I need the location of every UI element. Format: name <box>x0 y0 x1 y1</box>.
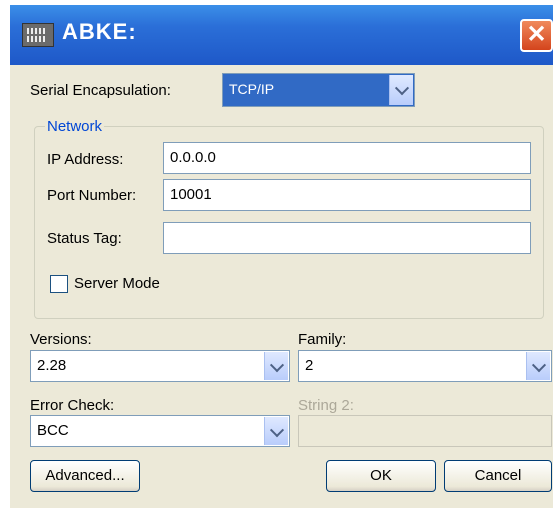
dialog-window: ABKE: ✕ Serial Encapsulation: TCP/IP Net… <box>10 5 553 508</box>
error-check-value: BCC <box>37 422 69 439</box>
status-tag-label: Status Tag: <box>47 230 122 247</box>
server-mode-checkbox[interactable] <box>50 275 68 293</box>
versions-label: Versions: <box>30 331 92 348</box>
family-value: 2 <box>305 357 314 374</box>
chevron-down-icon[interactable] <box>526 352 550 380</box>
chevron-down-icon[interactable] <box>264 417 288 445</box>
versions-value: 2.28 <box>37 357 67 374</box>
serial-encapsulation-value: TCP/IP <box>229 81 275 97</box>
port-number-label: Port Number: <box>47 187 137 204</box>
server-mode-label: Server Mode <box>74 275 160 292</box>
status-tag-field[interactable] <box>163 222 531 254</box>
app-icon <box>22 23 54 47</box>
close-icon: ✕ <box>526 21 547 48</box>
family-select[interactable]: 2 <box>298 350 552 382</box>
error-check-select[interactable]: BCC <box>30 415 290 447</box>
versions-select[interactable]: 2.28 <box>30 350 290 382</box>
advanced-button[interactable]: Advanced... <box>30 460 140 492</box>
cancel-button[interactable]: Cancel <box>444 460 552 492</box>
string2-field <box>298 415 552 447</box>
port-number-field[interactable]: 10001 <box>163 179 531 211</box>
chevron-down-icon[interactable] <box>389 75 413 105</box>
error-check-label: Error Check: <box>30 397 115 414</box>
network-group-label: Network <box>45 118 105 135</box>
chevron-down-icon[interactable] <box>264 352 288 380</box>
string2-label: String 2: <box>298 397 354 414</box>
ip-address-label: IP Address: <box>47 151 124 168</box>
family-label: Family: <box>298 331 347 348</box>
ok-button[interactable]: OK <box>326 460 436 492</box>
serial-encapsulation-select[interactable]: TCP/IP <box>222 73 415 107</box>
window-title: ABKE: <box>62 19 137 44</box>
close-button[interactable]: ✕ <box>520 19 553 52</box>
title-bar[interactable]: ABKE: ✕ <box>10 5 553 65</box>
serial-encapsulation-label: Serial Encapsulation: <box>30 82 171 99</box>
ip-address-field[interactable]: 0.0.0.0 <box>163 142 531 174</box>
